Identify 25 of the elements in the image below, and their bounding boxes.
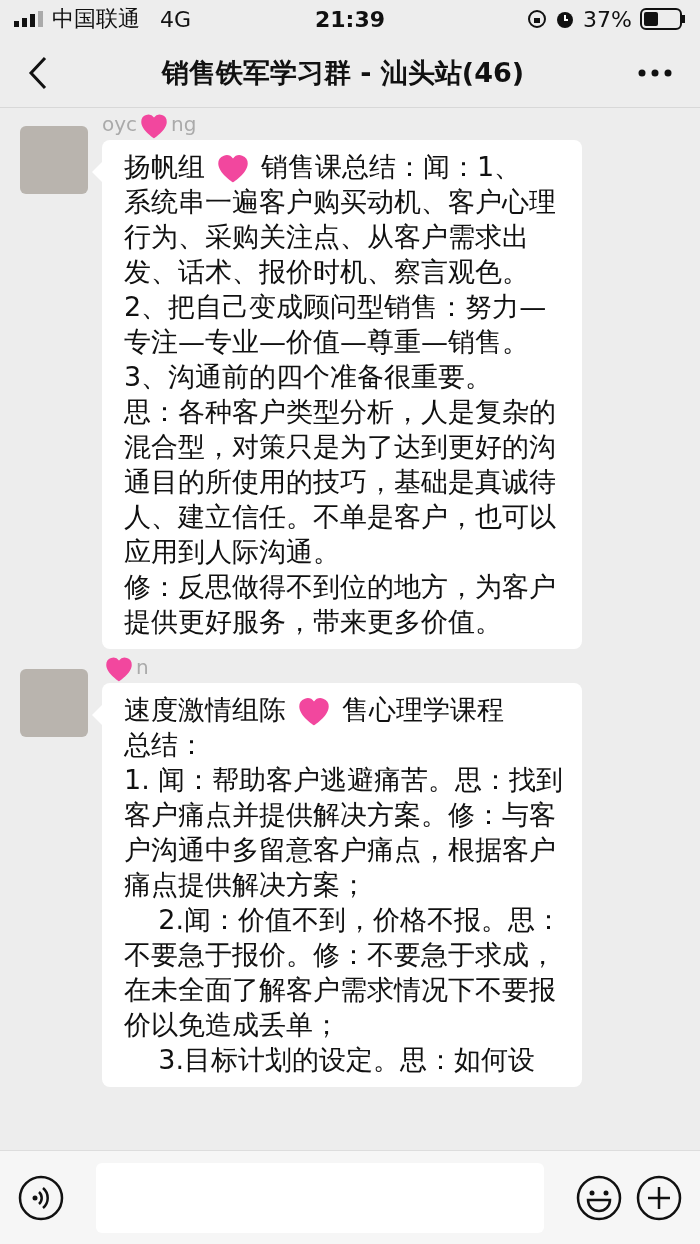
rotation-lock-icon [527, 9, 548, 29]
network-type: 4G [160, 6, 192, 32]
clock-time: 21:39 [315, 6, 385, 32]
voice-button[interactable] [18, 1174, 64, 1221]
message-text: 3.目标计划的设定。思：如何设 [157, 1044, 536, 1075]
message-text: 1. 闻：帮助客户逃避痛苦。思：找到客户痛点并提供解决方案。修：与客户沟通中多留意客户痛点，根据客户痛点提供解决方案； [124, 764, 564, 900]
message-text: 售心理学课程 [342, 692, 504, 727]
message-text: 修：反思做得不到位的地方，为客户提供更好服务，带来更多价值。 [124, 571, 556, 637]
alarm-icon [555, 9, 576, 29]
message-text: 速度激情组陈 [124, 692, 286, 727]
message-text: 销售课总结：闻：1、 [261, 149, 522, 184]
sender-name: oyc ng [102, 108, 197, 140]
message-text: 思：各种客户类型分析，人是复杂的混合型，对策只是为了达到更好的沟通目的所使用的技巧，基础是真诚待人、建立信任。不单是客户，也可以应用到人际沟通。 [124, 396, 556, 567]
add-button[interactable] [636, 1174, 682, 1221]
message-text: 2.闻：价值不到，价格不报。思：不要急于报价。修：不要急于求成，在未全面了解客户需求情况下不要报价以免造成丢单； [124, 904, 563, 1040]
message-text: 扬帆组 [124, 149, 205, 184]
message-text: 系统串一遍客户购买动机、客户心理行为、采购关注点、从客户需求出发、话术、报价时机、察言观色。2、把自己变成顾问型销售：努力—专注—专业—价值—尊重—销售。3、沟通前的四个准备很重要。 [124, 186, 556, 392]
battery-percent: 37% [583, 6, 632, 32]
sender-name: n [102, 651, 149, 683]
battery-icon [640, 8, 686, 30]
emoji-button[interactable] [576, 1174, 622, 1221]
carrier-name: 中国联通 [52, 5, 140, 33]
message-text: 总结： [124, 729, 205, 760]
signal-icon [14, 11, 44, 27]
chat-title: 销售铁军学习群 - 汕头站(46) [161, 55, 525, 90]
